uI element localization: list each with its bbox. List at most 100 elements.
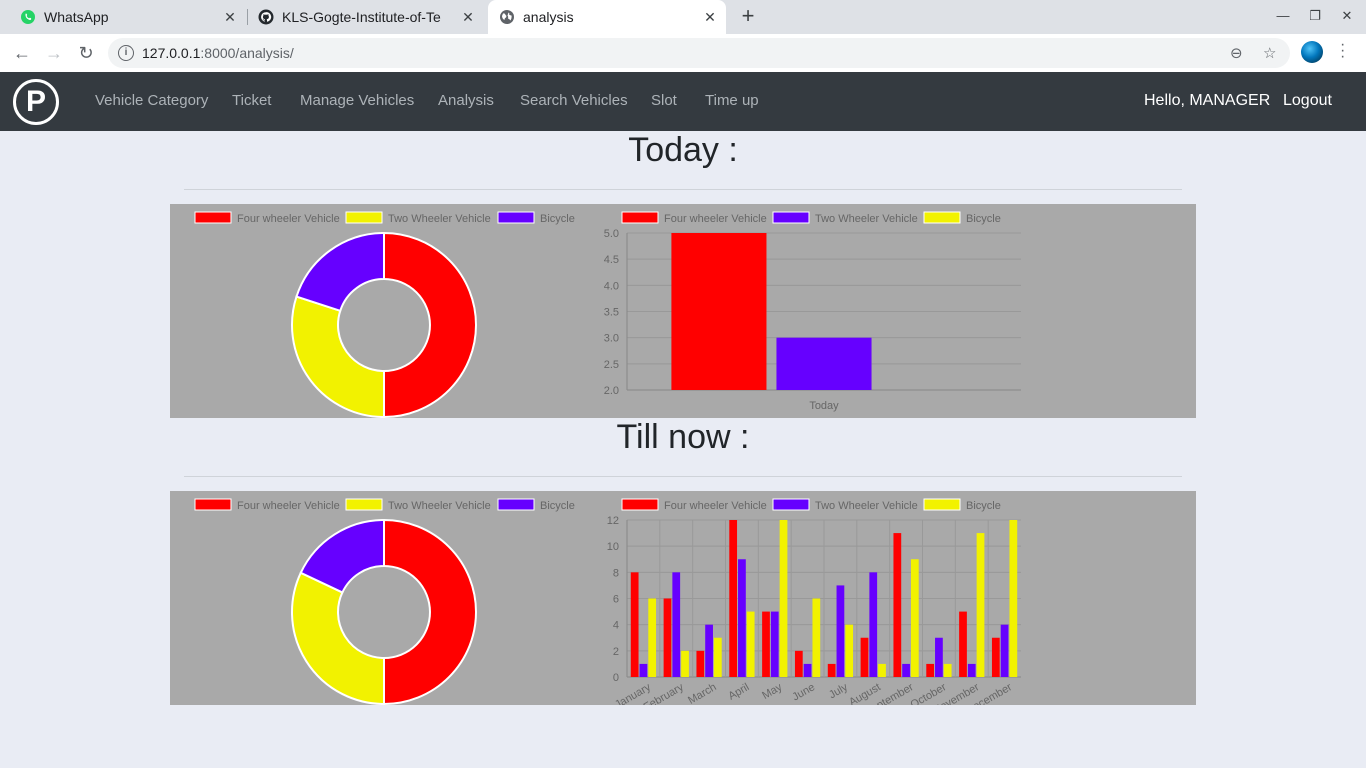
address-bar[interactable]: i 127.0.0.1:8000/analysis/ ⊖ ☆ [108, 38, 1290, 68]
tab-title: analysis [523, 9, 574, 25]
legend-label: Two Wheeler Vehicle [815, 500, 918, 512]
app-navbar: P Vehicle Category Ticket Manage Vehicle… [0, 72, 1366, 131]
bar [803, 663, 812, 677]
bar [729, 520, 738, 677]
bar [776, 337, 872, 390]
nav-time-up[interactable]: Time up [705, 92, 759, 109]
y-tick-label: 2.0 [604, 385, 619, 397]
nav-search-vehicles[interactable]: Search Vehicles [520, 92, 628, 109]
divider [184, 189, 1182, 190]
tillnow-charts-panel: Four wheeler Vehicle Two Wheeler Vehicle B… [170, 491, 1196, 705]
browser-menu-icon[interactable]: · · · [1340, 37, 1345, 65]
y-tick-label: 3.5 [604, 307, 619, 319]
today-charts-panel: Four wheeler Vehicle Two Wheeler Vehicle B… [170, 204, 1196, 418]
x-tick-label: Today [809, 400, 839, 412]
tab-analysis[interactable]: analysis ✕ [488, 0, 726, 34]
y-tick-label: 8 [613, 567, 619, 579]
bar [878, 663, 886, 677]
bar [1009, 520, 1018, 677]
legend-swatch [621, 211, 659, 224]
bar [976, 533, 985, 677]
nav-vehicle-category[interactable]: Vehicle Category [95, 92, 208, 109]
user-greeting: Hello, MANAGER [1144, 92, 1271, 109]
x-tick-label: April [726, 681, 751, 702]
close-icon[interactable]: ✕ [222, 9, 238, 26]
browser-tabstrip: WhatsApp ✕ KLS-Gogte-Institute-of-Te ✕ a… [0, 0, 1366, 34]
y-tick-label: 2 [613, 646, 619, 658]
bookmark-star-icon[interactable]: ☆ [1263, 44, 1276, 62]
divider [184, 476, 1182, 477]
bar [893, 533, 902, 677]
restore-icon[interactable]: ❐ [1306, 8, 1324, 24]
today-heading: Today : [628, 131, 738, 169]
tillnow-bar-chart: Four wheeler Vehicle Two Wheeler Vehicle B… [607, 498, 1021, 705]
nav-manage-vehicles[interactable]: Manage Vehicles [300, 92, 414, 109]
x-tick-label: June [790, 681, 817, 703]
bar [713, 637, 722, 677]
parking-logo[interactable]: P [13, 79, 59, 125]
zoom-icon[interactable]: ⊖ [1230, 44, 1243, 62]
url-text: 127.0.0.1:8000/analysis/ [142, 45, 294, 61]
bar [827, 663, 836, 677]
bar [696, 650, 705, 677]
bar [836, 585, 845, 677]
back-button[interactable]: ← [10, 41, 34, 65]
legend-label: Four wheeler Vehicle [664, 500, 767, 512]
nav-analysis[interactable]: Analysis [438, 92, 494, 109]
bar [794, 650, 803, 677]
y-tick-label: 10 [607, 541, 619, 553]
forward-button[interactable]: → [42, 41, 66, 65]
bar [967, 663, 976, 677]
y-tick-label: 4.5 [604, 254, 619, 266]
minimize-icon[interactable]: — [1274, 8, 1292, 23]
github-icon [258, 9, 274, 25]
bar [959, 611, 967, 677]
tab-github[interactable]: KLS-Gogte-Institute-of-Te ✕ [248, 0, 484, 34]
bar [738, 559, 746, 677]
url-host: 127.0.0.1 [142, 45, 201, 61]
logout-link[interactable]: Logout [1283, 92, 1332, 110]
bar [991, 637, 1000, 677]
legend-swatch [621, 498, 659, 511]
tab-title: WhatsApp [44, 9, 109, 25]
legend-swatch [923, 498, 961, 511]
close-icon[interactable]: ✕ [460, 9, 476, 26]
browser-toolbar: ← → ↻ i 127.0.0.1:8000/analysis/ ⊖ ☆ · · · [0, 34, 1366, 72]
bar [648, 598, 657, 677]
bar [902, 663, 910, 677]
legend-label: Two Wheeler Vehicle [815, 213, 918, 225]
y-tick-label: 5.0 [604, 228, 619, 240]
globe-icon [500, 10, 514, 24]
info-icon[interactable]: i [118, 45, 134, 61]
y-tick-label: 4.0 [604, 280, 619, 292]
bar [910, 559, 919, 677]
bar [705, 624, 713, 677]
close-window-icon[interactable]: ✕ [1338, 8, 1356, 24]
y-tick-label: 4 [613, 620, 619, 632]
legend-swatch [772, 211, 810, 224]
bar [1000, 624, 1009, 677]
legend-label: Bicycle [966, 213, 1001, 225]
legend-swatch [772, 498, 810, 511]
bar [845, 624, 854, 677]
nav-ticket[interactable]: Ticket [232, 92, 271, 109]
bar [681, 650, 689, 677]
whatsapp-icon [21, 10, 35, 24]
y-tick-label: 6 [613, 594, 619, 606]
today-bar-chart: Four wheeler Vehicle Two Wheeler Vehicle B… [604, 211, 1021, 412]
profile-avatar[interactable] [1301, 41, 1323, 63]
x-tick-label: May [760, 681, 784, 702]
tab-title: KLS-Gogte-Institute-of-Te [282, 9, 441, 25]
close-icon[interactable]: ✕ [702, 9, 718, 26]
bar [779, 520, 788, 677]
y-tick-label: 0 [613, 672, 619, 684]
nav-slot[interactable]: Slot [651, 92, 677, 109]
bar [663, 598, 672, 677]
tab-whatsapp[interactable]: WhatsApp ✕ [0, 0, 246, 34]
legend-label: Bicycle [966, 500, 1001, 512]
new-tab-button[interactable]: + [736, 5, 760, 29]
bar [770, 611, 779, 677]
y-tick-label: 2.5 [604, 359, 619, 371]
url-path: :8000/analysis/ [200, 45, 294, 61]
reload-button[interactable]: ↻ [74, 41, 98, 65]
